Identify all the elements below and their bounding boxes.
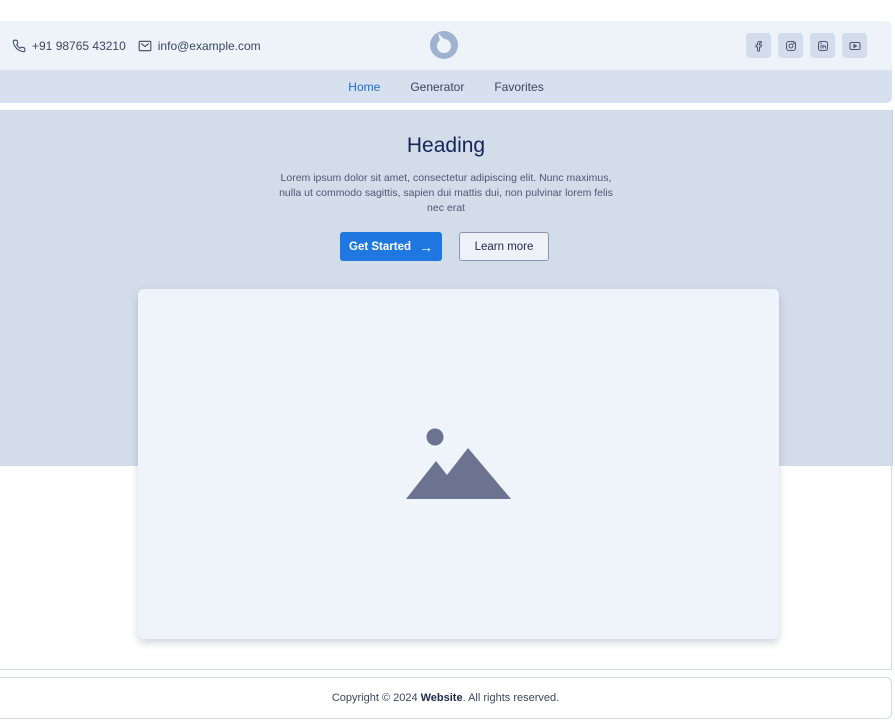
youtube-link[interactable] [842,33,867,58]
copyright-suffix: . All rights reserved. [462,692,560,704]
instagram-icon [785,40,796,51]
phone-number: +91 98765 43210 [32,38,126,53]
nav-item-home[interactable]: Home [348,80,380,94]
facebook-link[interactable] [746,33,771,58]
social-links [739,33,867,58]
get-started-label: Get Started [349,240,411,253]
learn-more-button[interactable]: Learn more [459,232,549,261]
copyright-prefix: Copyright © 2024 [331,692,418,704]
youtube-icon [849,41,860,50]
phone-icon [12,39,26,52]
nav-item-favorites[interactable]: Favorites [494,80,543,94]
facebook-icon [755,40,762,51]
hero-image-card [138,289,779,639]
nav-item-generator[interactable]: Generator [410,80,464,94]
contact-info: +91 98765 43210 info@example.com [12,21,273,70]
logo-icon[interactable] [429,30,459,60]
linkedin-icon [817,40,828,51]
arrow-right-icon: → [419,238,433,255]
image-placeholder-icon [406,428,511,499]
linkedin-link[interactable] [810,33,835,58]
instagram-link[interactable] [778,33,803,58]
footer-brand[interactable]: Website [421,692,463,704]
email-contact[interactable]: info@example.com [138,39,261,53]
get-started-button[interactable]: Get Started → [340,232,442,261]
email-address: info@example.com [157,38,261,53]
hero-heading: Heading [406,134,486,157]
main-nav: Home Generator Favorites [0,70,892,103]
top-bar: +91 98765 43210 info@example.com [0,21,892,70]
mail-icon [138,40,152,51]
phone-contact[interactable]: +91 98765 43210 [12,39,126,53]
hero-description: Lorem ipsum dolor sit amet, consectetur … [279,172,613,214]
learn-more-label: Learn more [474,240,534,253]
footer: Copyright © 2024 Website . All rights re… [0,677,892,719]
